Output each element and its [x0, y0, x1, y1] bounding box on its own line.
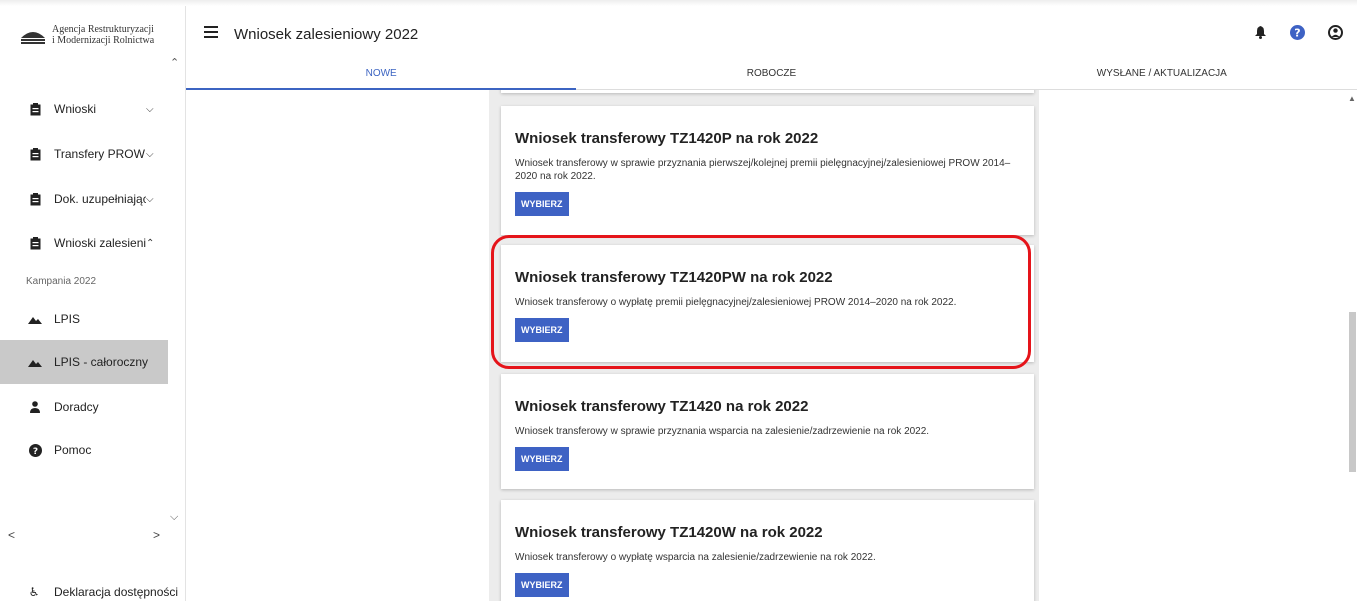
tab-wyslane-aktualizacja[interactable]: WYSŁANE / AKTUALIZACJA — [967, 58, 1357, 89]
sidebar-item-label: LPIS — [54, 312, 81, 326]
card-title: Wniosek transferowy TZ1420PW na rok 2022 — [515, 269, 833, 286]
clipboard-icon — [26, 236, 44, 250]
sidebar-item-label: Wnioski zalesieniowe — [54, 236, 146, 250]
card-tz1420: Wniosek transferowy TZ1420 na rok 2022 W… — [501, 374, 1034, 489]
sidebar-item-label: Wnioski — [54, 102, 97, 116]
chevron-down-icon: ⌵ — [146, 148, 154, 160]
logo-text: Agencja Restrukturyzacji i Modernizacji … — [52, 24, 154, 46]
wybierz-button[interactable]: WYBIERZ — [515, 192, 569, 216]
sidebar: Agencja Restrukturyzacji i Modernizacji … — [0, 6, 186, 601]
card-description: Wniosek transferowy o wypłatę premii pie… — [515, 297, 957, 308]
main-vertical-scrollbar[interactable]: ▲ — [1348, 90, 1357, 601]
sidebar-item-label: Transfery PROW — [54, 147, 145, 161]
tab-bar: NOWE ROBOCZE WYSŁANE / AKTUALIZACJA — [186, 58, 1357, 90]
wybierz-button[interactable]: WYBIERZ — [515, 447, 569, 471]
card-description: Wniosek transferowy o wypłatę wsparcia n… — [515, 552, 876, 563]
menu-icon[interactable] — [204, 26, 218, 38]
logo-line-2: i Modernizacji Rolnictwa — [52, 35, 155, 46]
bell-icon[interactable] — [1252, 24, 1268, 40]
main-content: Wniosek transferowy TZ1420P na rok 2022 … — [186, 90, 1357, 601]
card-title: Wniosek transferowy TZ1420 na rok 2022 — [515, 398, 809, 415]
sidebar-item-pomoc[interactable]: ? Pomoc — [0, 433, 168, 467]
mountain-icon — [26, 358, 44, 367]
svg-text:?: ? — [1294, 26, 1300, 39]
sidebar-subitem-kampania[interactable]: Kampania 2022 — [26, 276, 96, 287]
sidebar-item-dok-uzupelniajace[interactable]: Dok. uzupełniające ⌵ — [0, 182, 168, 216]
card-title: Wniosek transferowy TZ1420W na rok 2022 — [515, 524, 823, 541]
clipboard-icon — [26, 102, 44, 116]
scroll-left-icon[interactable]: < — [8, 528, 15, 542]
sidebar-item-lpis-caloroczny[interactable]: LPIS - całoroczny — [0, 340, 168, 384]
tab-robocze[interactable]: ROBOCZE — [576, 58, 966, 89]
arimr-logo-icon — [20, 24, 46, 46]
svg-text:?: ? — [32, 447, 37, 457]
tab-nowe[interactable]: NOWE — [186, 58, 577, 90]
card-tz1420pw: Wniosek transferowy TZ1420PW na rok 2022… — [501, 245, 1034, 362]
card-tz1420p: Wniosek transferowy TZ1420P na rok 2022 … — [501, 106, 1034, 235]
clipboard-icon — [26, 147, 44, 161]
scroll-right-icon[interactable]: > — [153, 528, 160, 542]
sidebar-item-transfery-prow[interactable]: Transfery PROW ⌵ — [0, 137, 168, 171]
page-title: Wniosek zalesieniowy 2022 — [234, 26, 419, 43]
app-window: Agencja Restrukturyzacji i Modernizacji … — [0, 0, 1357, 601]
sidebar-item-lpis[interactable]: LPIS — [0, 302, 168, 336]
card-description: Wniosek transferowy w sprawie przyznania… — [515, 426, 930, 437]
scrollbar-thumb[interactable] — [1349, 312, 1356, 472]
card-title: Wniosek transferowy TZ1420P na rok 2022 — [515, 130, 819, 147]
help-icon[interactable]: ? — [1289, 24, 1305, 40]
cards-column: Wniosek transferowy TZ1420P na rok 2022 … — [489, 90, 1039, 601]
card-tz1420w: Wniosek transferowy TZ1420W na rok 2022 … — [501, 500, 1034, 601]
help-icon: ? — [26, 443, 44, 457]
person-icon — [26, 401, 44, 413]
sidebar-item-label: Dok. uzupełniające — [54, 192, 146, 206]
chevron-up-icon: ⌃ — [146, 237, 155, 249]
logo-line-1: Agencja Restrukturyzacji — [52, 24, 154, 35]
sidebar-item-doradcy[interactable]: Doradcy — [0, 390, 168, 424]
header: Wniosek zalesieniowy 2022 ? — [186, 6, 1357, 58]
sidebar-scroll-down-icon[interactable]: ⌵ — [170, 511, 178, 524]
account-icon[interactable] — [1327, 24, 1343, 40]
wheelchair-icon: ♿ — [28, 585, 40, 599]
card-description: Wniosek transferowy w sprawie przyznania… — [515, 158, 1011, 182]
card-previous-partial — [501, 90, 1034, 93]
wybierz-button[interactable]: WYBIERZ — [515, 318, 569, 342]
accessibility-link[interactable]: ♿ Deklaracja dostępności — [0, 581, 186, 601]
chevron-down-icon: ⌵ — [146, 103, 154, 115]
wybierz-button[interactable]: WYBIERZ — [515, 573, 569, 597]
sidebar-item-wnioski[interactable]: Wnioski ⌵ — [0, 92, 168, 126]
scroll-up-icon[interactable]: ▲ — [1348, 94, 1356, 103]
sidebar-scroll-up-icon[interactable]: ⌃ — [170, 56, 179, 69]
sidebar-item-label: Doradcy — [54, 400, 99, 414]
chevron-down-icon: ⌵ — [146, 193, 154, 205]
sidebar-item-label: Pomoc — [54, 443, 92, 457]
sidebar-item-wnioski-zalesieniowe[interactable]: Wnioski zalesieniowe ⌃ — [0, 226, 168, 260]
logo: Agencja Restrukturyzacji i Modernizacji … — [20, 24, 170, 52]
sidebar-item-label: LPIS - całoroczny — [54, 355, 149, 369]
mountain-icon — [26, 315, 44, 324]
accessibility-label: Deklaracja dostępności — [54, 585, 179, 599]
clipboard-icon — [26, 192, 44, 206]
sidebar-horizontal-scrollbar[interactable]: < > — [0, 528, 168, 542]
